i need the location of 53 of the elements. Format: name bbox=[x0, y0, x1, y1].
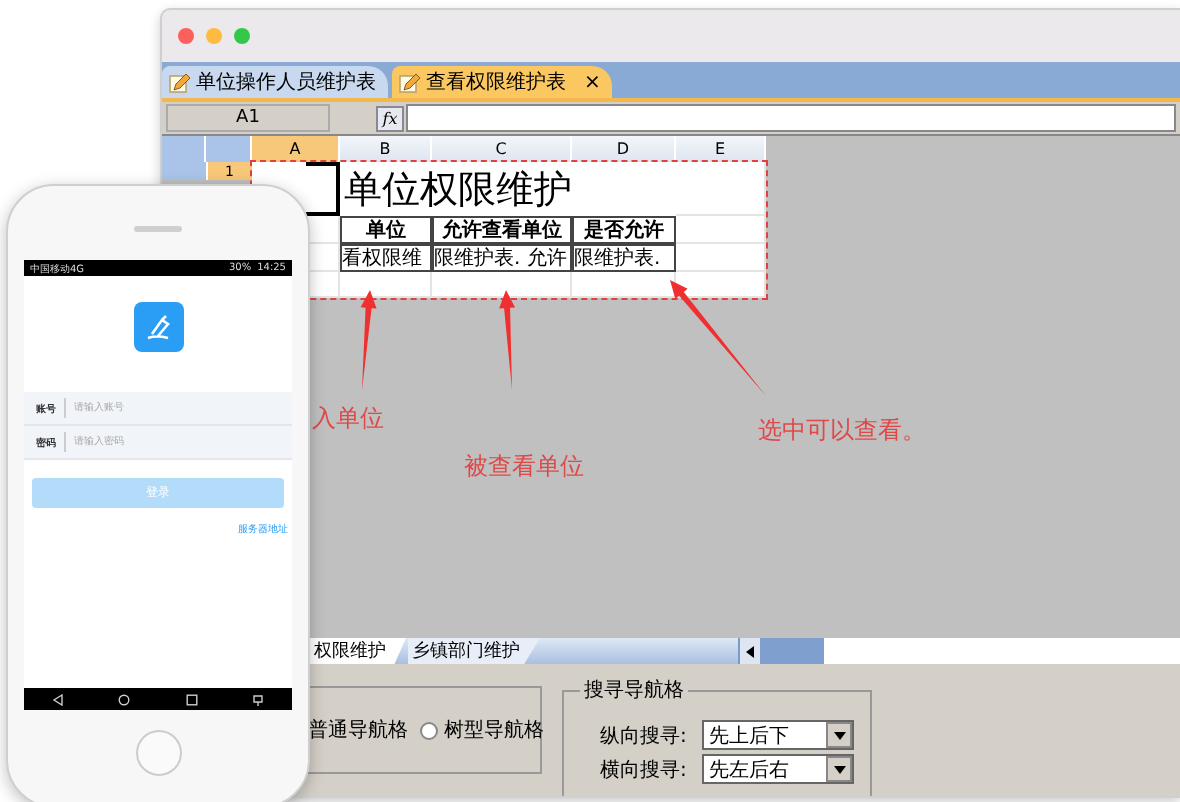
scroll-left-icon[interactable] bbox=[746, 645, 754, 657]
table-cell: 是否允许 bbox=[572, 216, 676, 244]
sheet-title: 单位权限维护 bbox=[342, 165, 574, 215]
column-header[interactable]: E bbox=[676, 136, 766, 162]
selected-cell[interactable] bbox=[306, 162, 340, 216]
table-cell: 允许查看单位 bbox=[432, 216, 572, 244]
column-header[interactable]: D bbox=[572, 136, 676, 162]
document-tab[interactable]: 查看权限维护表 × bbox=[392, 66, 613, 98]
zoom-light[interactable] bbox=[234, 28, 250, 44]
document-tab[interactable]: 单位操作人员维护表 bbox=[162, 66, 388, 98]
dropdown-field[interactable]: 先上后下 bbox=[702, 720, 855, 750]
table-cell bbox=[676, 244, 766, 272]
table-cell bbox=[676, 216, 766, 244]
home-icon[interactable] bbox=[118, 693, 131, 705]
field-label: 纵向搜寻: bbox=[600, 723, 687, 749]
dropdown-arrow-icon bbox=[833, 765, 846, 773]
arrow bbox=[360, 290, 377, 390]
annotation-text: 入单位 bbox=[312, 402, 384, 436]
table-cell: 限维护表. bbox=[572, 244, 676, 272]
header-corner bbox=[162, 136, 206, 162]
sheet-tab[interactable]: 权限维护 bbox=[310, 638, 406, 664]
back-icon[interactable] bbox=[51, 693, 64, 705]
formula-field[interactable] bbox=[406, 104, 1176, 132]
column-header[interactable]: C bbox=[432, 136, 572, 162]
horizontal-scrollbar[interactable] bbox=[738, 638, 1180, 664]
annotation-text: 选中可以查看。 bbox=[758, 414, 926, 448]
tree-navigation-radio[interactable]: 树型导航格 bbox=[420, 716, 544, 744]
app-logo-icon bbox=[133, 302, 183, 352]
column-header[interactable]: A bbox=[252, 136, 340, 162]
annotation-text: 被查看单位 bbox=[464, 450, 584, 484]
close-tab-icon[interactable]: × bbox=[584, 71, 601, 93]
arrow bbox=[499, 290, 516, 390]
arrow bbox=[670, 280, 766, 396]
close-light[interactable] bbox=[178, 28, 194, 44]
group-title: 搜寻导航格 bbox=[582, 677, 686, 704]
table-cell bbox=[676, 162, 766, 216]
field-label: 横向搜寻: bbox=[600, 757, 687, 783]
table-cell: 看权限维 bbox=[340, 244, 432, 272]
scrollbar-thumb[interactable] bbox=[760, 638, 824, 664]
cell-reference-field[interactable]: A1 bbox=[166, 104, 330, 132]
table-cell: 单位 bbox=[340, 216, 432, 244]
radio-label: 普通导航格 bbox=[308, 717, 408, 744]
column-header[interactable]: B bbox=[340, 136, 432, 162]
pencil-note-icon bbox=[398, 71, 420, 93]
pencil-note-icon bbox=[168, 71, 190, 93]
dropdown-field[interactable]: 先左后右 bbox=[702, 754, 855, 784]
function-button[interactable]: fx bbox=[376, 105, 404, 131]
header-strip bbox=[162, 162, 208, 180]
recent-apps-icon[interactable] bbox=[185, 693, 198, 705]
notification-icon[interactable] bbox=[252, 693, 265, 705]
dropdown-arrow-icon bbox=[833, 731, 846, 739]
sheet-tab[interactable]: 乡镇部门维护 bbox=[408, 638, 540, 664]
table-cell: 限维护表. 允许 bbox=[432, 244, 572, 272]
